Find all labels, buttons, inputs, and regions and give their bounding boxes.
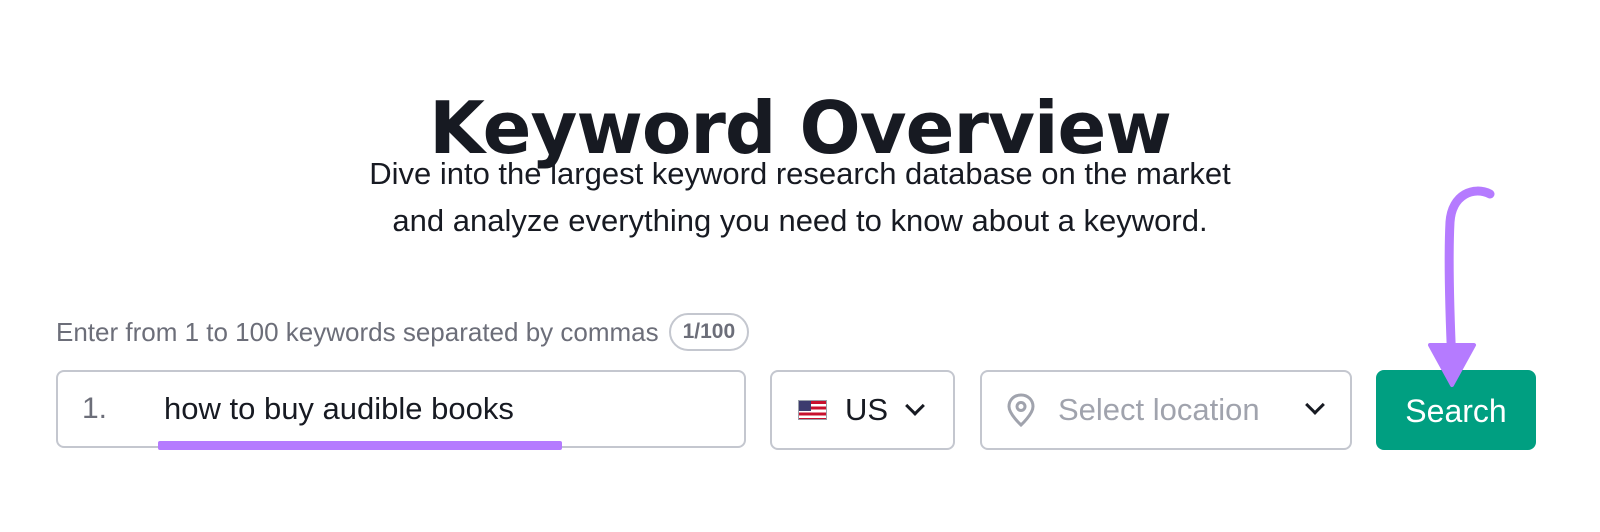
chevron-down-icon	[1305, 395, 1325, 415]
page-subtitle: Dive into the largest keyword research d…	[0, 150, 1600, 244]
database-selected-value: US	[845, 392, 889, 427]
keyword-highlight-underline	[158, 441, 562, 450]
location-placeholder: Select location	[1058, 392, 1260, 427]
keyword-input[interactable]: 1. how to buy audible books	[56, 370, 746, 448]
annotation-arrow-icon	[1428, 186, 1495, 387]
database-select[interactable]: US	[770, 370, 955, 450]
subtitle-line-2: and analyze everything you need to know …	[392, 203, 1208, 238]
us-flag-icon	[798, 400, 827, 420]
chevron-down-icon	[905, 396, 925, 416]
keyword-counter-badge: 1/100	[668, 313, 750, 351]
keyword-input-value[interactable]: how to buy audible books	[164, 372, 514, 446]
keyword-line-number: 1.	[82, 392, 108, 425]
location-select[interactable]: Select location	[980, 370, 1352, 450]
subtitle-line-1: Dive into the largest keyword research d…	[369, 156, 1231, 191]
keyword-hint-row: Enter from 1 to 100 keywords separated b…	[56, 312, 750, 352]
map-pin-icon	[1007, 393, 1035, 427]
keyword-hint-text: Enter from 1 to 100 keywords separated b…	[56, 316, 659, 347]
